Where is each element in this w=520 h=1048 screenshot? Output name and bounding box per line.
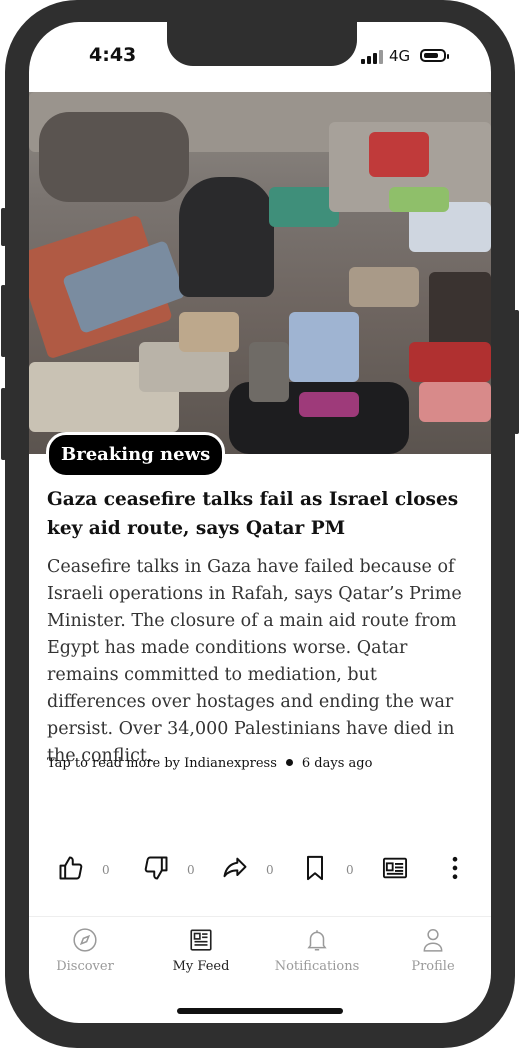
status-time: 4:43 bbox=[89, 44, 137, 66]
phone-screen: 4:43 4G Breaking news Gaza ceasefire tal… bbox=[29, 22, 491, 1023]
bottom-tab-bar: Discover My Feed Notifications Profile bbox=[29, 916, 491, 987]
tab-profile[interactable]: Profile bbox=[383, 927, 483, 974]
bell-icon bbox=[307, 930, 327, 951]
power-button bbox=[514, 310, 519, 434]
person-icon bbox=[423, 928, 443, 952]
separator-dot bbox=[285, 759, 293, 766]
article-headline[interactable]: Gaza ceasefire talks fail as Israel clos… bbox=[47, 485, 477, 543]
share-count: 0 bbox=[266, 863, 274, 877]
action-bar: 0 0 0 0 bbox=[29, 850, 491, 890]
bookmark-button[interactable]: 0 bbox=[301, 854, 361, 886]
home-indicator bbox=[177, 1008, 343, 1014]
dislike-button[interactable]: 0 bbox=[142, 854, 202, 886]
like-button[interactable]: 0 bbox=[57, 854, 117, 886]
article-card-icon bbox=[382, 857, 408, 879]
read-more-source[interactable]: Tap to read more by Indianexpress bbox=[47, 756, 277, 771]
more-options-button[interactable] bbox=[441, 854, 461, 886]
tab-my-feed[interactable]: My Feed bbox=[151, 927, 251, 974]
breaking-news-badge: Breaking news bbox=[46, 432, 226, 478]
tab-profile-label: Profile bbox=[411, 959, 455, 974]
article-age: 6 days ago bbox=[301, 756, 373, 771]
bookmark-count: 0 bbox=[346, 863, 354, 877]
thumbs-up-icon bbox=[59, 856, 83, 880]
article-image[interactable] bbox=[29, 92, 491, 454]
notch bbox=[167, 22, 357, 66]
share-arrow-icon bbox=[223, 857, 247, 878]
tab-my-feed-label: My Feed bbox=[172, 959, 230, 974]
tab-notifications[interactable]: Notifications bbox=[267, 927, 367, 974]
volume-up-button bbox=[1, 285, 6, 357]
battery-icon bbox=[420, 49, 449, 62]
tab-discover-label: Discover bbox=[56, 959, 114, 974]
dislike-count: 0 bbox=[187, 863, 195, 877]
article-summary[interactable]: Ceasefire talks in Gaza have failed beca… bbox=[47, 554, 477, 770]
tab-notifications-label: Notifications bbox=[274, 959, 360, 974]
share-button[interactable]: 0 bbox=[221, 854, 281, 886]
tab-discover[interactable]: Discover bbox=[35, 927, 135, 974]
mute-switch bbox=[1, 208, 6, 246]
bookmark-icon bbox=[307, 855, 323, 881]
volume-down-button bbox=[1, 388, 6, 460]
reader-view-button[interactable] bbox=[381, 854, 413, 886]
more-vertical-icon bbox=[452, 856, 458, 880]
compass-icon bbox=[73, 928, 97, 952]
network-label: 4G bbox=[389, 47, 411, 65]
article-meta[interactable]: Tap to read more by Indianexpress 6 days … bbox=[47, 756, 372, 771]
thumbs-down-icon bbox=[144, 856, 168, 880]
newspaper-icon bbox=[190, 929, 212, 951]
signal-icon bbox=[361, 50, 383, 64]
like-count: 0 bbox=[102, 863, 110, 877]
